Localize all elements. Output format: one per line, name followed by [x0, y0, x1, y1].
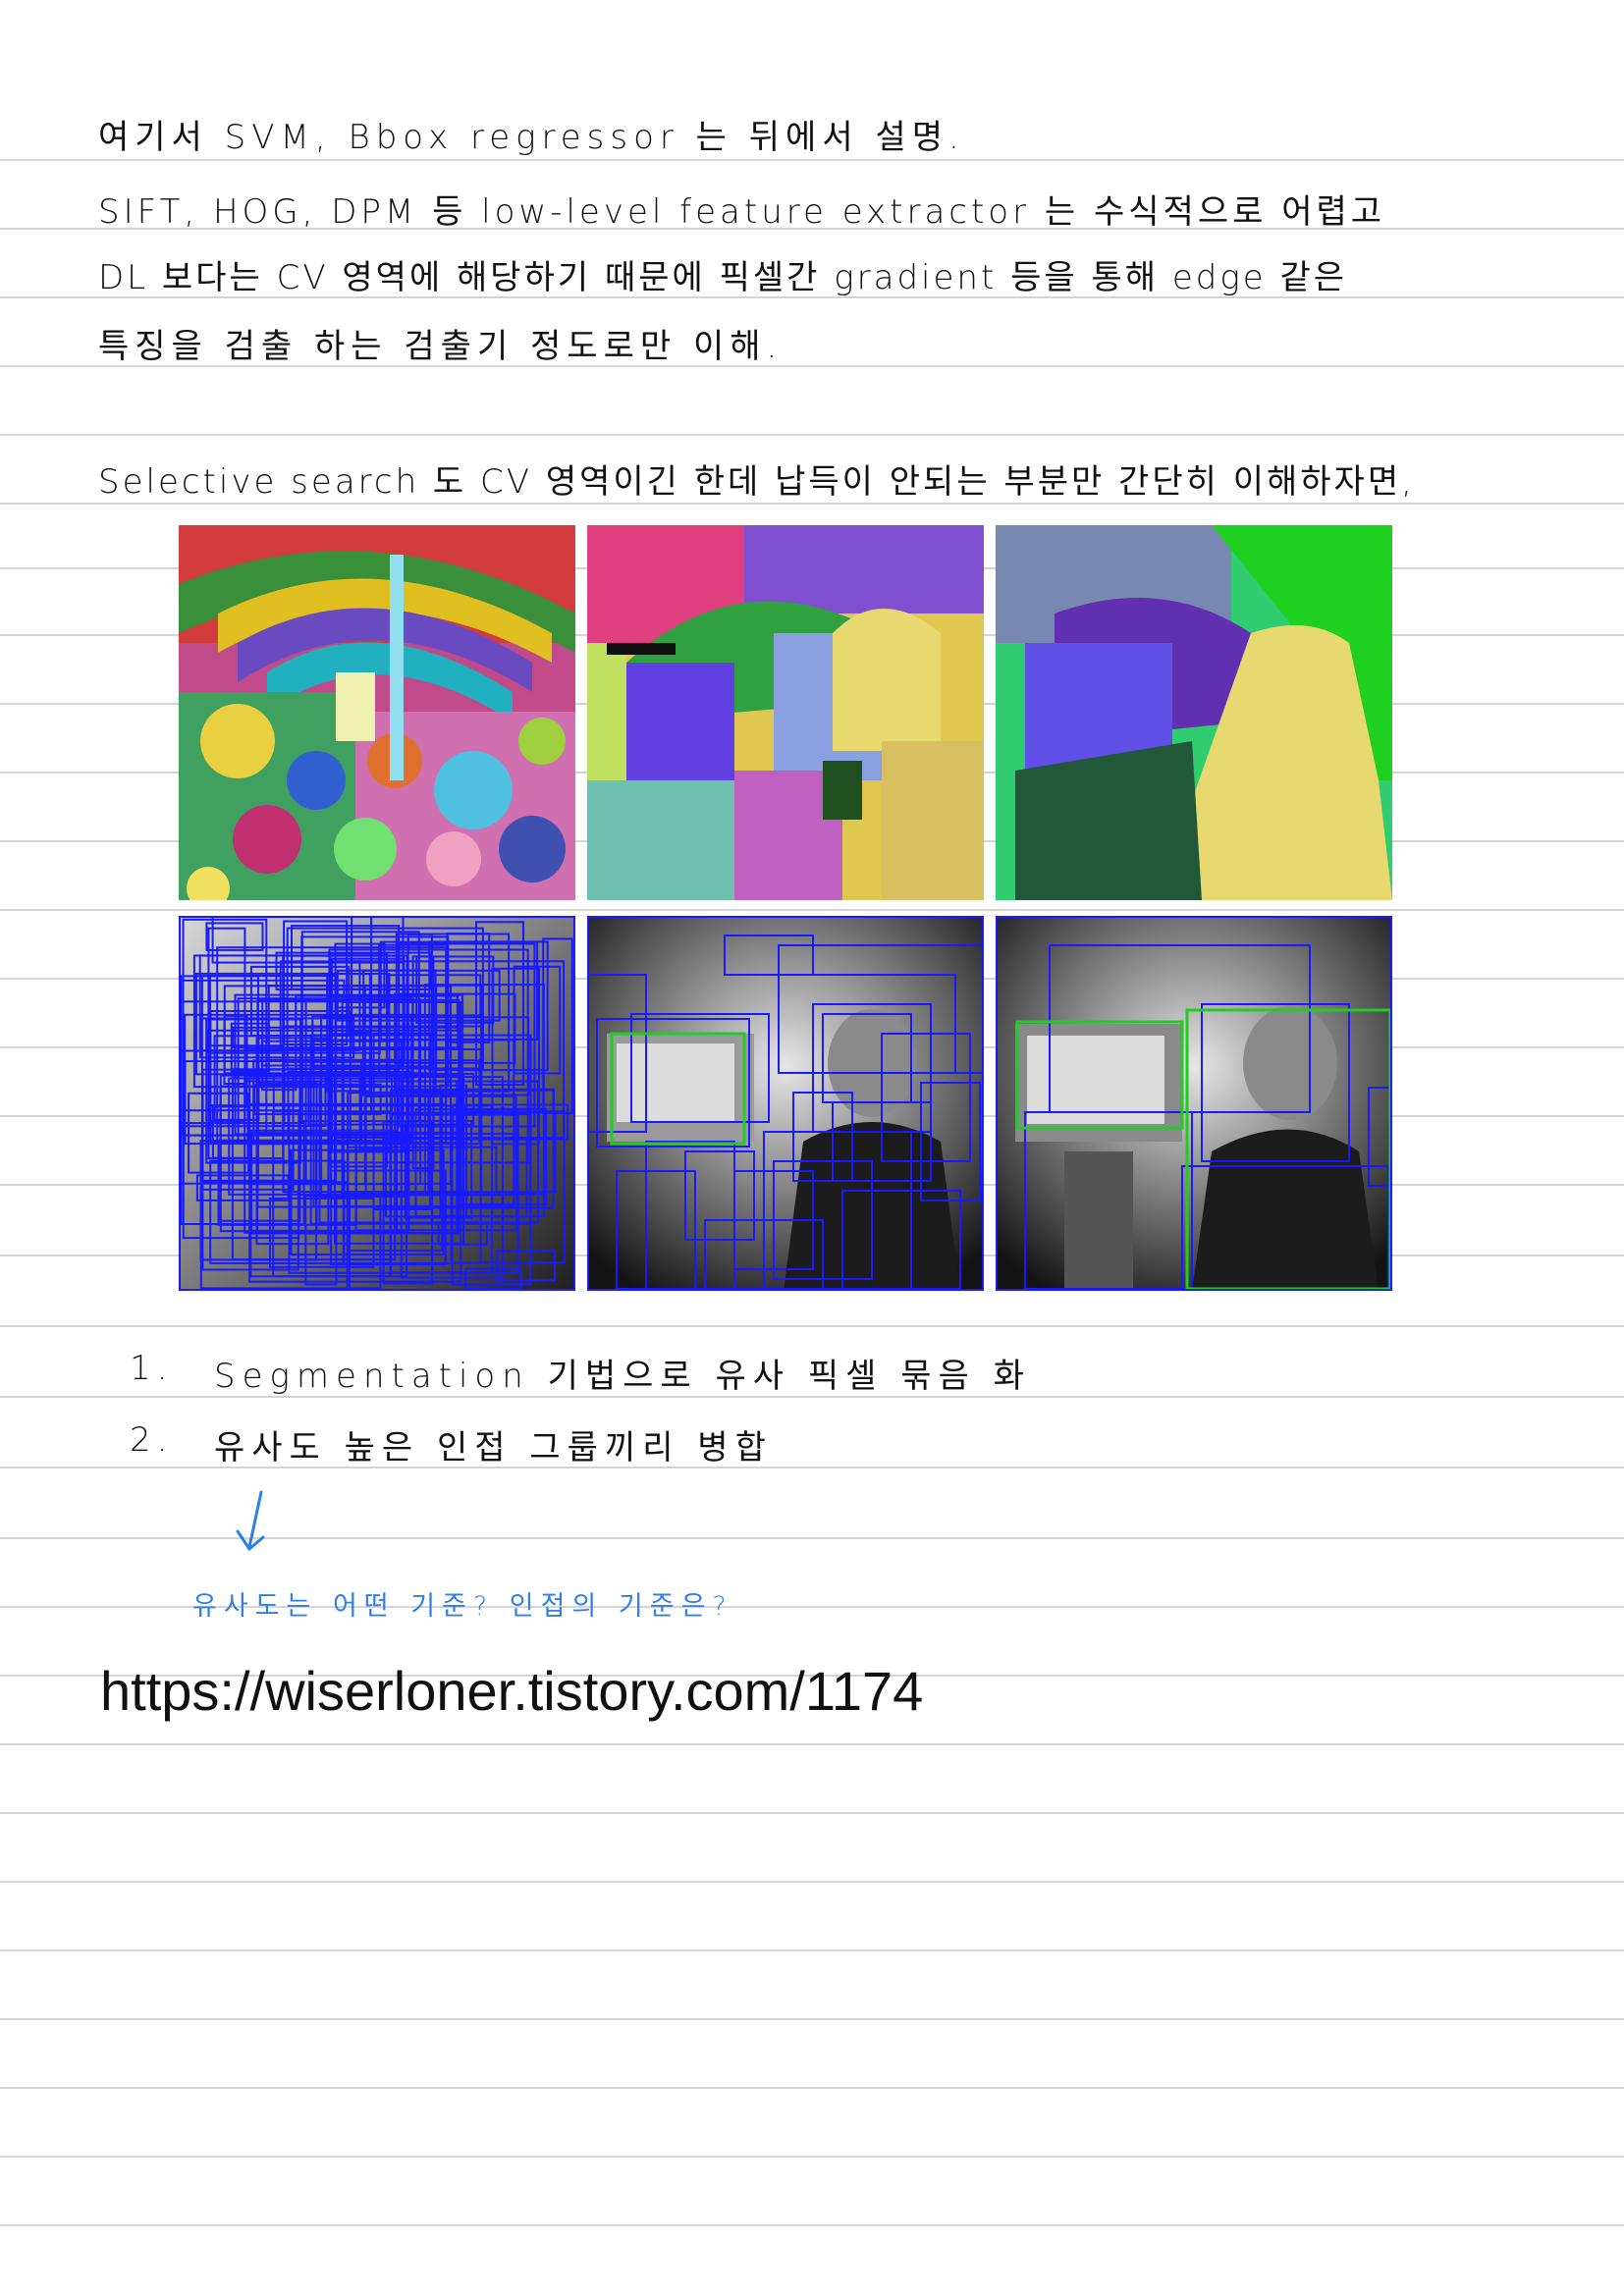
ruled-line [0, 1743, 1624, 1745]
segmentation-coarse-image [996, 525, 1392, 900]
proposals-few-image [996, 916, 1392, 1291]
note-line-4: 특징을 검출 하는 검출기 정도로만 이해. [98, 327, 784, 366]
proposals-medium-image [587, 916, 984, 1291]
ruled-line [0, 1812, 1624, 1814]
ruled-line [0, 2018, 1624, 2020]
segmentation-fine-image [179, 525, 575, 900]
ruled-line [0, 2087, 1624, 2089]
proposals-many-image [179, 916, 575, 1291]
reference-link[interactable]: https://wiserloner.tistory.com/1174 [100, 1659, 923, 1723]
arrow-down-icon [236, 1490, 265, 1551]
segmentation-medium-image [587, 525, 984, 900]
note-line-1: 여기서 SVM, Bbox regressor 는 뒤에서 설명. [98, 118, 965, 157]
ruled-line [0, 1949, 1624, 1951]
ruled-line [0, 2224, 1624, 2226]
step-2-text: 유사도 높은 인접 그룹끼리 병합 [214, 1428, 773, 1468]
notebook-page: 여기서 SVM, Bbox regressor 는 뒤에서 설명. SIFT, … [0, 0, 1624, 2296]
ruled-line [0, 503, 1624, 505]
ruled-line [0, 1325, 1624, 1327]
step-2-number: 2. [130, 1420, 174, 1460]
note-line-3: DL 보다는 CV 영역에 해당하기 때문에 픽셀간 gradient 등을 통… [98, 258, 1348, 297]
note-line-2: SIFT, HOG, DPM 등 low-level feature extra… [98, 192, 1386, 232]
step-1-number: 1. [130, 1349, 174, 1388]
ruled-line [0, 159, 1624, 161]
note-line-5: Selective search 도 CV 영역이긴 한데 납득이 안되는 부분… [98, 462, 1415, 502]
step-1-text: Segmentation 기법으로 유사 픽셀 묶음 화 [214, 1357, 1031, 1396]
question-note: 유사도는 어떤 기준? 인접의 기준은? [192, 1591, 733, 1622]
ruled-line [0, 434, 1624, 436]
selective-search-figure [179, 525, 1392, 1293]
ruled-line [0, 2156, 1624, 2158]
ruled-line [0, 1881, 1624, 1883]
